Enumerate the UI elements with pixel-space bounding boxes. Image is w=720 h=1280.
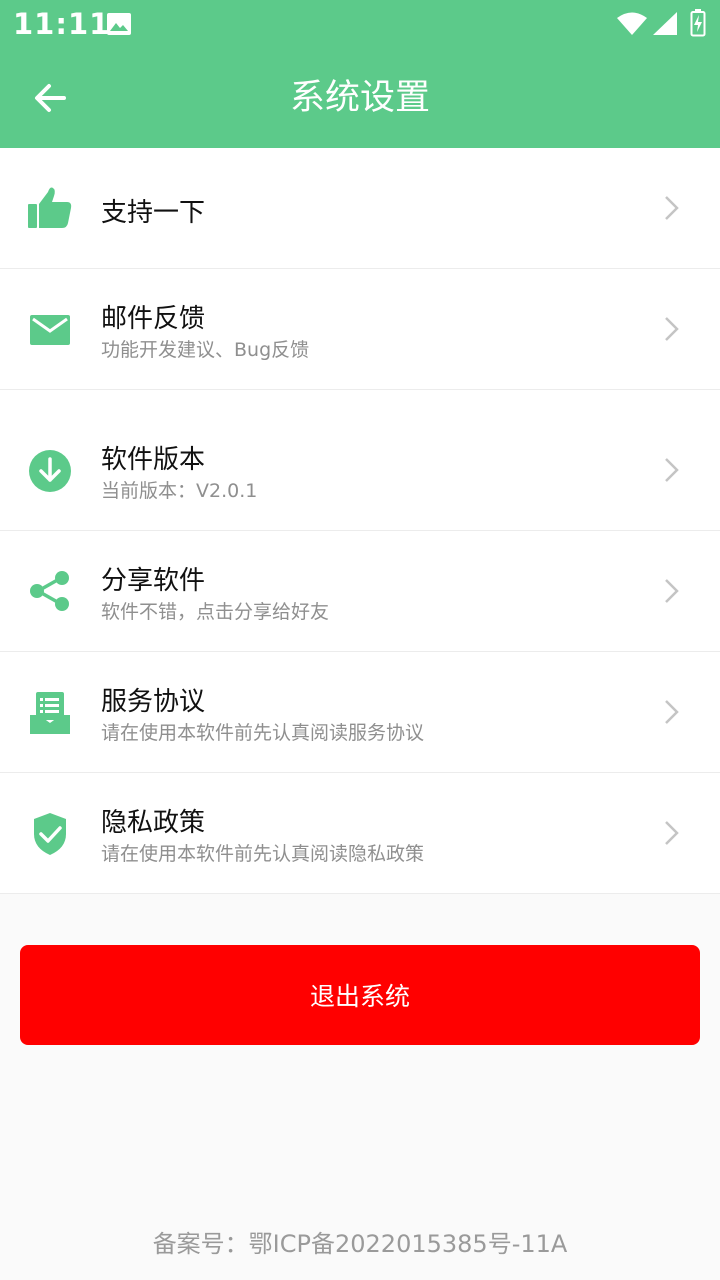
settings-item-privacy-policy[interactable]: 隐私政策 请在使用本软件前先认真阅读隐私政策 xyxy=(0,773,720,894)
icp-record: 备案号：鄂ICP备2022015385号-11A xyxy=(152,1230,568,1258)
chevron-right-icon xyxy=(665,700,679,724)
settings-item-subtitle: 软件不错，点击分享给好友 xyxy=(101,601,330,623)
chevron-right-icon xyxy=(665,196,679,220)
settings-item-service-agreement[interactable]: 服务协议 请在使用本软件前先认真阅读服务协议 xyxy=(0,652,720,773)
signal-icon xyxy=(653,12,677,35)
status-bar: 11:11 xyxy=(0,0,720,50)
settings-item-label: 邮件反馈 xyxy=(101,304,206,334)
settings-list: 支持一下 邮件反馈 功能开发建议、Bug反馈 软件版本 当前版本：V2.0.1 xyxy=(0,148,720,894)
share-icon xyxy=(30,571,69,611)
settings-item-label: 隐私政策 xyxy=(101,808,206,838)
chevron-right-icon xyxy=(665,579,679,603)
settings-item-version[interactable]: 软件版本 当前版本：V2.0.1 xyxy=(0,390,720,531)
image-icon xyxy=(107,13,131,35)
wifi-icon xyxy=(617,12,647,35)
settings-item-subtitle: 当前版本：V2.0.1 xyxy=(101,480,258,502)
settings-item-subtitle: 请在使用本软件前先认真阅读服务协议 xyxy=(101,722,425,744)
chevron-right-icon xyxy=(665,821,679,845)
shield-check-icon xyxy=(34,813,66,855)
settings-item-share[interactable]: 分享软件 软件不错，点击分享给好友 xyxy=(0,531,720,652)
chevron-right-icon xyxy=(665,458,679,482)
download-icon xyxy=(29,450,71,492)
settings-item-label: 支持一下 xyxy=(101,198,206,228)
thumbs-up-icon xyxy=(28,187,72,228)
logout-button[interactable]: 退出系统 xyxy=(20,945,700,1045)
page-title: 系统设置 xyxy=(289,78,430,118)
settings-item-subtitle: 功能开发建议、Bug反馈 xyxy=(101,339,310,361)
settings-item-email-feedback[interactable]: 邮件反馈 功能开发建议、Bug反馈 xyxy=(0,269,720,390)
status-time: 11:11 xyxy=(13,7,111,41)
mail-icon xyxy=(30,315,70,345)
app-header: 11:11 系统设置 xyxy=(0,0,720,148)
settings-item-subtitle: 请在使用本软件前先认真阅读隐私政策 xyxy=(101,843,425,865)
document-tray-icon xyxy=(30,692,70,734)
settings-item-label: 软件版本 xyxy=(101,445,206,475)
battery-charging-icon xyxy=(690,9,706,37)
settings-item-support[interactable]: 支持一下 xyxy=(0,148,720,269)
chevron-right-icon xyxy=(665,317,679,341)
settings-item-label: 服务协议 xyxy=(101,687,206,717)
settings-item-label: 分享软件 xyxy=(101,566,206,596)
